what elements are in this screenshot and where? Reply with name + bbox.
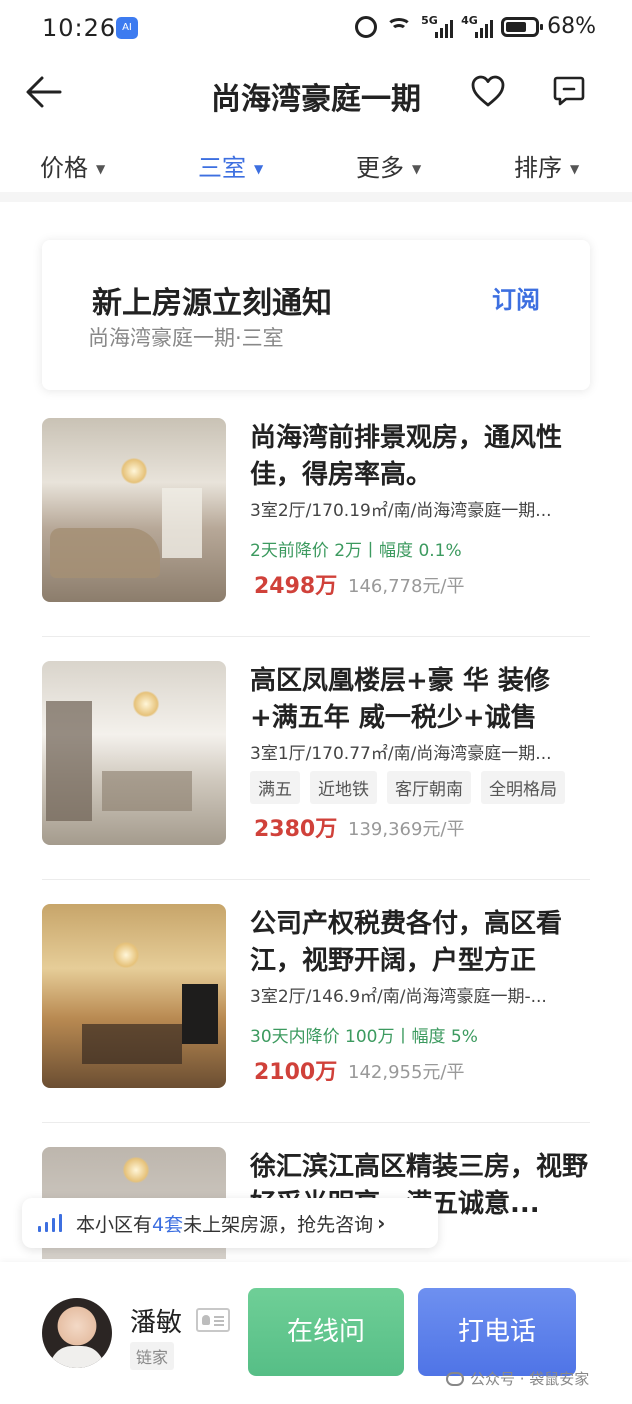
status-time: 10:26 xyxy=(42,14,117,42)
chevron-down-icon: ▼ xyxy=(254,161,264,176)
listing-unit-price: 142,955元/平 xyxy=(348,1062,465,1083)
listing-price: 2380万 xyxy=(254,817,338,842)
divider xyxy=(0,192,632,202)
filter-rooms[interactable]: 三室 ▼ xyxy=(198,148,263,183)
listing-tag: 满五 xyxy=(250,771,300,804)
page-title: 尚海湾豪庭一期 xyxy=(211,82,421,117)
filter-rooms-label: 三室 xyxy=(198,154,246,182)
call-button[interactable]: 打电话 xyxy=(418,1288,576,1376)
filter-sort[interactable]: 排序 ▼ xyxy=(514,148,579,183)
chevron-down-icon: ▼ xyxy=(96,161,106,176)
nav-header: 尚海湾豪庭一期 xyxy=(0,58,632,128)
listing-meta: 3室1厅/170.77㎡/南/尚海湾豪庭一期... xyxy=(250,744,552,764)
subscribe-button[interactable]: 订阅 xyxy=(492,280,540,315)
listing-meta: 3室2厅/170.19㎡/南/尚海湾豪庭一期... xyxy=(250,501,552,521)
listing-unit-price: 139,369元/平 xyxy=(348,819,465,840)
subscribe-subtitle: 尚海湾豪庭一期·三室 xyxy=(88,326,284,350)
listing-title: 公司产权税费各付，高区看江，视野开阔，户型方正 xyxy=(250,909,563,976)
listing-item[interactable]: 公司产权税费各付，高区看江，视野开阔，户型方正 3室2厅/146.9㎡/南/尚海… xyxy=(42,904,590,1123)
listing-unit-price: 146,778元/平 xyxy=(348,576,465,597)
price-drop-note: 2天前降价 2万丨幅度 0.1% xyxy=(250,541,462,561)
listing-meta: 3室2厅/146.9㎡/南/尚海湾豪庭一期-... xyxy=(250,987,547,1007)
consult-toast[interactable]: 本小区有4套未上架房源，抢先咨询 › xyxy=(22,1198,438,1248)
agent-name: 潘敏 xyxy=(130,1308,183,1338)
avatar[interactable] xyxy=(42,1298,112,1368)
filter-bar: 价格 ▼ 三室 ▼ 更多 ▼ 排序 ▼ xyxy=(0,140,632,192)
message-icon[interactable] xyxy=(552,74,586,108)
filter-sort-label: 排序 xyxy=(514,154,562,182)
filter-more-label: 更多 xyxy=(356,154,404,182)
filter-price[interactable]: 价格 ▼ xyxy=(40,148,105,183)
alarm-icon xyxy=(355,15,378,38)
chevron-down-icon: ▼ xyxy=(570,161,580,176)
wechat-icon xyxy=(446,1371,464,1386)
listing-tag: 全明格局 xyxy=(481,771,565,804)
signal-4g-icon: 4G xyxy=(461,14,494,38)
watermark-text: 公众号 · 袋鼠安家 xyxy=(470,1370,590,1388)
divider xyxy=(42,879,590,880)
filter-price-label: 价格 xyxy=(40,154,88,182)
wifi-icon xyxy=(385,16,413,38)
listing-photo[interactable] xyxy=(42,661,226,845)
price-drop-note: 30天内降价 100万丨幅度 5% xyxy=(250,1027,478,1047)
listing-photo[interactable] xyxy=(42,904,226,1088)
listing-title: 尚海湾前排景观房，通风性佳，得房率高。 xyxy=(250,423,563,490)
listing-title: 高区凤凰楼层+豪 华 装修+满五年 威一税少+诚售 xyxy=(250,666,550,733)
agent-org-badge: 链家 xyxy=(130,1342,175,1370)
watermark: 公众号 · 袋鼠安家 xyxy=(446,1368,589,1389)
listing-price: 2100万 xyxy=(254,1060,338,1085)
subscribe-title: 新上房源立刻通知 xyxy=(92,286,332,321)
listing-price: 2498万 xyxy=(254,574,338,599)
listing-item[interactable]: 高区凤凰楼层+豪 华 装修+满五年 威一税少+诚售 3室1厅/170.77㎡/南… xyxy=(42,661,590,880)
subscribe-card: 新上房源立刻通知 尚海湾豪庭一期·三室 订阅 xyxy=(42,240,590,390)
battery-icon xyxy=(501,16,544,37)
battery-percent: 68% xyxy=(547,14,596,39)
business-card-icon[interactable] xyxy=(196,1308,230,1332)
listing-tags: 满五 近地铁 客厅朝南 全明格局 xyxy=(250,771,565,804)
listing-photo[interactable] xyxy=(42,418,226,602)
heart-icon[interactable] xyxy=(470,74,506,110)
listing-tag: 近地铁 xyxy=(310,771,377,804)
chevron-right-icon: › xyxy=(377,1211,386,1235)
consult-toast-text: 本小区有4套未上架房源，抢先咨询 xyxy=(76,1213,374,1236)
app-badge-icon: AI xyxy=(116,17,138,39)
signal-5g-icon: 5G xyxy=(421,14,454,38)
divider xyxy=(42,636,590,637)
listing-tag: 客厅朝南 xyxy=(387,771,471,804)
chevron-down-icon: ▼ xyxy=(412,161,422,176)
filter-more[interactable]: 更多 ▼ xyxy=(356,148,421,183)
status-bar: 10:26 AI 5G 4G 68% xyxy=(0,0,632,58)
agent-bar: 潘敏 链家 在线问 打电话 公众号 · 袋鼠安家 xyxy=(0,1262,632,1404)
audio-bars-icon xyxy=(38,1214,62,1232)
chat-online-button[interactable]: 在线问 xyxy=(248,1288,404,1376)
status-indicators: 5G 4G 68% xyxy=(355,14,596,39)
divider xyxy=(42,1122,590,1123)
listing-item[interactable]: 尚海湾前排景观房，通风性佳，得房率高。 3室2厅/170.19㎡/南/尚海湾豪庭… xyxy=(42,418,590,637)
